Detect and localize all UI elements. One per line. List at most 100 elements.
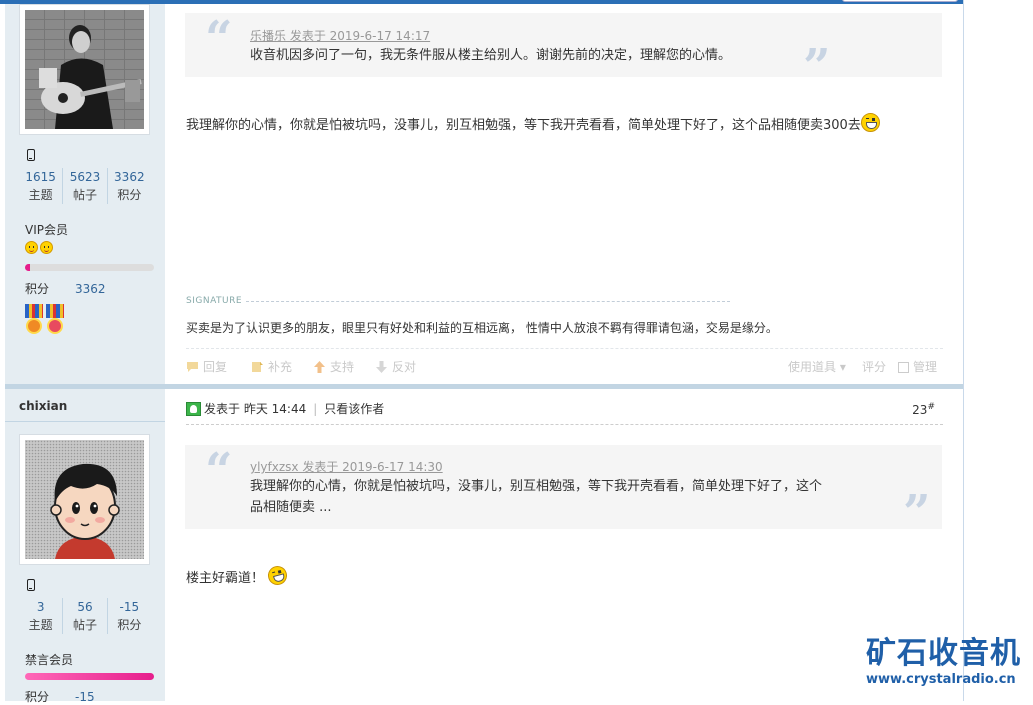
stat-posts[interactable]: 56 帖子 xyxy=(63,598,108,634)
stat-value: 56 xyxy=(77,600,93,614)
close-quote-icon: ” xyxy=(903,485,931,541)
chevron-down-icon: ▾ xyxy=(836,360,846,374)
signature-text: 买卖是为了认识更多的朋友，眼里只有好处和利益的互相远离， 性情中人放浪不羁有得罪… xyxy=(186,321,778,335)
medal-icon[interactable] xyxy=(46,304,64,334)
stat-label: 主题 xyxy=(28,618,53,632)
post2-user-group[interactable]: 禁言会员 xyxy=(25,651,73,668)
post1-quote-block: “ 乐播乐 发表于 2019-6-17 14:17 收音机因多问了一句，我无条件… xyxy=(185,11,942,91)
rate-button[interactable]: 评分 xyxy=(862,358,886,375)
quote-text-line1: 我理解你的心情，你就是怕被坑吗，没事儿，别互相勉强，等下我开壳看看，简单处理下好… xyxy=(250,479,823,494)
stat-value: 3362 xyxy=(114,170,145,184)
oppose-label: 反对 xyxy=(392,360,417,374)
stat-value: -15 xyxy=(119,600,140,614)
points-value: 3362 xyxy=(75,282,106,296)
stat-label: 主题 xyxy=(28,188,53,202)
reply-icon xyxy=(187,362,198,372)
stat-topics[interactable]: 1615 主题 xyxy=(19,168,64,204)
reply-label: 回复 xyxy=(203,360,228,374)
signature-label: SIGNATURE xyxy=(186,296,243,306)
support-button[interactable]: 支持 xyxy=(313,358,354,375)
mobile-device-icon xyxy=(27,149,35,161)
open-quote-icon: “ xyxy=(205,11,233,67)
post1-points-row: 积分 3362 xyxy=(25,280,106,297)
online-status-icon xyxy=(186,402,201,416)
action-divider xyxy=(186,348,943,349)
post2-avatar[interactable] xyxy=(19,434,150,565)
close-quote-icon: ” xyxy=(803,39,831,95)
progress-fill xyxy=(25,264,31,271)
stat-points[interactable]: -15 积分 xyxy=(108,598,151,634)
supplement-button[interactable]: 补充 xyxy=(251,358,292,375)
smiley-rank-icon xyxy=(25,241,38,254)
stat-topics[interactable]: 3 主题 xyxy=(19,598,64,634)
supplement-label: 补充 xyxy=(268,360,293,374)
grin-emoji-icon xyxy=(860,113,880,132)
stat-label: 积分 xyxy=(117,188,142,202)
header-divider xyxy=(186,424,943,425)
supplement-icon xyxy=(252,362,263,372)
manage-label: 管理 xyxy=(913,360,938,374)
username-divider xyxy=(5,421,165,422)
quote-text: 收音机因多问了一句，我无条件服从楼主给别人。谢谢先前的决定，理解您的心情。 xyxy=(250,48,732,63)
post1-action-bar: 回复 补充 支持 反对 使用道具 ▾ 评分 管理 xyxy=(186,348,943,376)
support-label: 支持 xyxy=(330,360,355,374)
points-label: 积分 xyxy=(25,690,50,704)
stat-value: 5623 xyxy=(69,170,101,184)
wink-emoji-icon xyxy=(266,563,290,588)
post-time: 发表于 昨天 14:44 xyxy=(204,402,307,416)
thumbs-up-arrow-icon xyxy=(314,361,325,373)
floor-number-link[interactable]: 23# xyxy=(912,402,935,417)
reply-button[interactable]: 回复 xyxy=(186,358,227,375)
quote-header-link[interactable]: 乐播乐 发表于 2019-6-17 14:17 xyxy=(250,27,430,44)
open-quote-icon: “ xyxy=(205,443,233,499)
rate-label: 评分 xyxy=(862,360,887,374)
post2-header: 发表于 昨天 14:44 | 只看该作者 23# xyxy=(186,400,943,420)
stat-value: 3 xyxy=(36,600,45,614)
stat-label: 积分 xyxy=(117,618,142,632)
stat-label: 帖子 xyxy=(72,618,97,632)
banned-group-bar xyxy=(25,673,154,680)
post2-points-row: 积分 -15 xyxy=(25,688,95,705)
site-watermark: 矿石收音机 www.crystalradio.cn xyxy=(866,637,1031,689)
points-value: -15 xyxy=(75,690,95,704)
mobile-device-icon xyxy=(27,579,35,591)
only-author-link[interactable]: 只看该作者 xyxy=(324,402,384,416)
post2-message: 楼主好霸道！ xyxy=(186,563,290,588)
pipe-separator: | xyxy=(313,402,318,416)
stat-label: 帖子 xyxy=(72,188,97,202)
medal-icon[interactable] xyxy=(25,304,43,334)
message-text: 楼主好霸道！ xyxy=(186,571,265,586)
avatar-cartoon-boy xyxy=(25,440,144,559)
manage-checkbox[interactable]: 管理 xyxy=(898,358,937,375)
group-stars xyxy=(25,241,55,257)
post1-avatar[interactable] xyxy=(19,4,150,135)
post1-user-group[interactable]: VIP会员 xyxy=(25,221,68,238)
use-tool-dropdown[interactable]: 使用道具 ▾ xyxy=(788,358,846,375)
use-tool-label: 使用道具 xyxy=(788,360,837,374)
post2-quote-block: “ ylyfxzsx 发表于 2019-6-17 14:30 我理解你的心情，你… xyxy=(185,443,942,537)
checkbox-icon xyxy=(898,362,909,373)
stat-posts[interactable]: 5623 帖子 xyxy=(63,168,108,204)
watermark-title: 矿石收音机 xyxy=(866,636,1021,671)
search-box-edge[interactable] xyxy=(842,0,958,2)
avatar-photo-guitarist xyxy=(25,10,144,129)
stat-value: 1615 xyxy=(25,170,56,184)
oppose-button[interactable]: 反对 xyxy=(375,358,416,375)
message-text: 我理解你的心情，你就是怕被坑吗，没事儿，别互相勉强，等下我开壳看看，简单处理下好… xyxy=(186,118,861,133)
smiley-rank-icon xyxy=(40,241,53,254)
floor-number: 23 xyxy=(912,403,928,417)
post2-author-stats: 3 主题 56 帖子 -15 积分 xyxy=(19,598,151,634)
signature-divider xyxy=(246,301,730,302)
quote-text-line2: 品相随便卖 ... xyxy=(250,500,332,515)
post2-username[interactable]: chixian xyxy=(19,399,67,413)
thumbs-down-arrow-icon xyxy=(376,361,387,373)
floor-mark: # xyxy=(927,402,935,412)
group-progress-bar xyxy=(25,264,154,271)
points-label: 积分 xyxy=(25,282,50,296)
watermark-url: www.crystalradio.cn xyxy=(866,672,1016,687)
content-right-border xyxy=(963,0,964,701)
stat-points[interactable]: 3362 积分 xyxy=(108,168,151,204)
post1-message: 我理解你的心情，你就是怕被坑吗，没事儿，别互相勉强，等下我开壳看看，简单处理下好… xyxy=(186,113,880,133)
post1-author-stats: 1615 主题 5623 帖子 3362 积分 xyxy=(19,168,151,204)
quote-header-link[interactable]: ylyfxzsx 发表于 2019-6-17 14:30 xyxy=(250,458,443,475)
